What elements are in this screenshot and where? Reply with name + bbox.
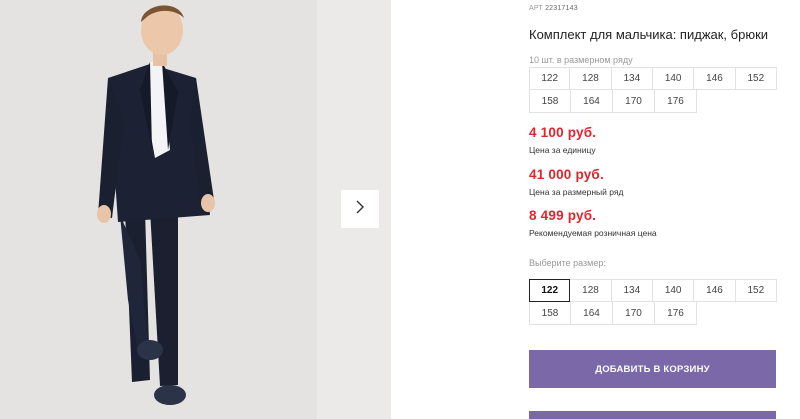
unit-price-label: Цена за единицу [529,145,596,155]
add-to-cart-button[interactable]: ДОБАВИТЬ В КОРЗИНУ [529,350,776,388]
product-photo[interactable] [0,0,317,419]
size-option[interactable]: 140 [653,279,695,302]
boy-in-suit-image [0,0,317,419]
size-option[interactable]: 152 [735,279,777,302]
retail-price: 8 499 руб. [529,208,597,223]
size-row-cell: 128 [570,67,612,90]
size-option[interactable]: 146 [694,279,736,302]
size-row-cell: 158 [529,90,571,113]
size-row-grid: 122 128 134 140 146 152 158 164 170 176 [529,67,777,113]
size-row-cell: 152 [735,67,777,90]
size-row-cell: 170 [613,90,655,113]
next-photo-button[interactable] [341,190,379,228]
size-option[interactable]: 134 [611,279,653,302]
size-option[interactable]: 128 [570,279,612,302]
size-row-cell: 122 [529,67,571,90]
size-row-cell: 146 [694,67,736,90]
row-price-label: Цена за размерный ряд [529,187,624,197]
size-option-selected[interactable]: 122 [529,279,571,302]
product-title: Комплект для мальчика: пиджак, брюки [529,27,769,42]
article-value: 22317143 [545,5,578,12]
size-row-cell: 176 [655,90,697,113]
size-row-cell: 134 [611,67,653,90]
row-price: 41 000 руб. [529,167,604,182]
size-option[interactable]: 170 [613,302,655,325]
size-option[interactable]: 158 [529,302,571,325]
chevron-right-icon [354,199,366,220]
unit-price: 4 100 руб. [529,125,597,140]
product-gallery [0,0,391,419]
size-option[interactable]: 176 [655,302,697,325]
choose-size-label: Выберите размер: [529,258,606,268]
article-number: АРТ 22317143 [529,5,578,12]
size-row-note: 10 шт. в размерном ряду [529,55,633,65]
size-selector: 122 128 134 140 146 152 158 164 170 176 [529,279,777,325]
size-row-cell: 140 [653,67,695,90]
article-label: АРТ [529,5,543,12]
secondary-action-button[interactable] [529,411,776,419]
retail-price-label: Рекомендуемая розничная цена [529,228,657,238]
size-option[interactable]: 164 [571,302,613,325]
size-row-cell: 164 [571,90,613,113]
